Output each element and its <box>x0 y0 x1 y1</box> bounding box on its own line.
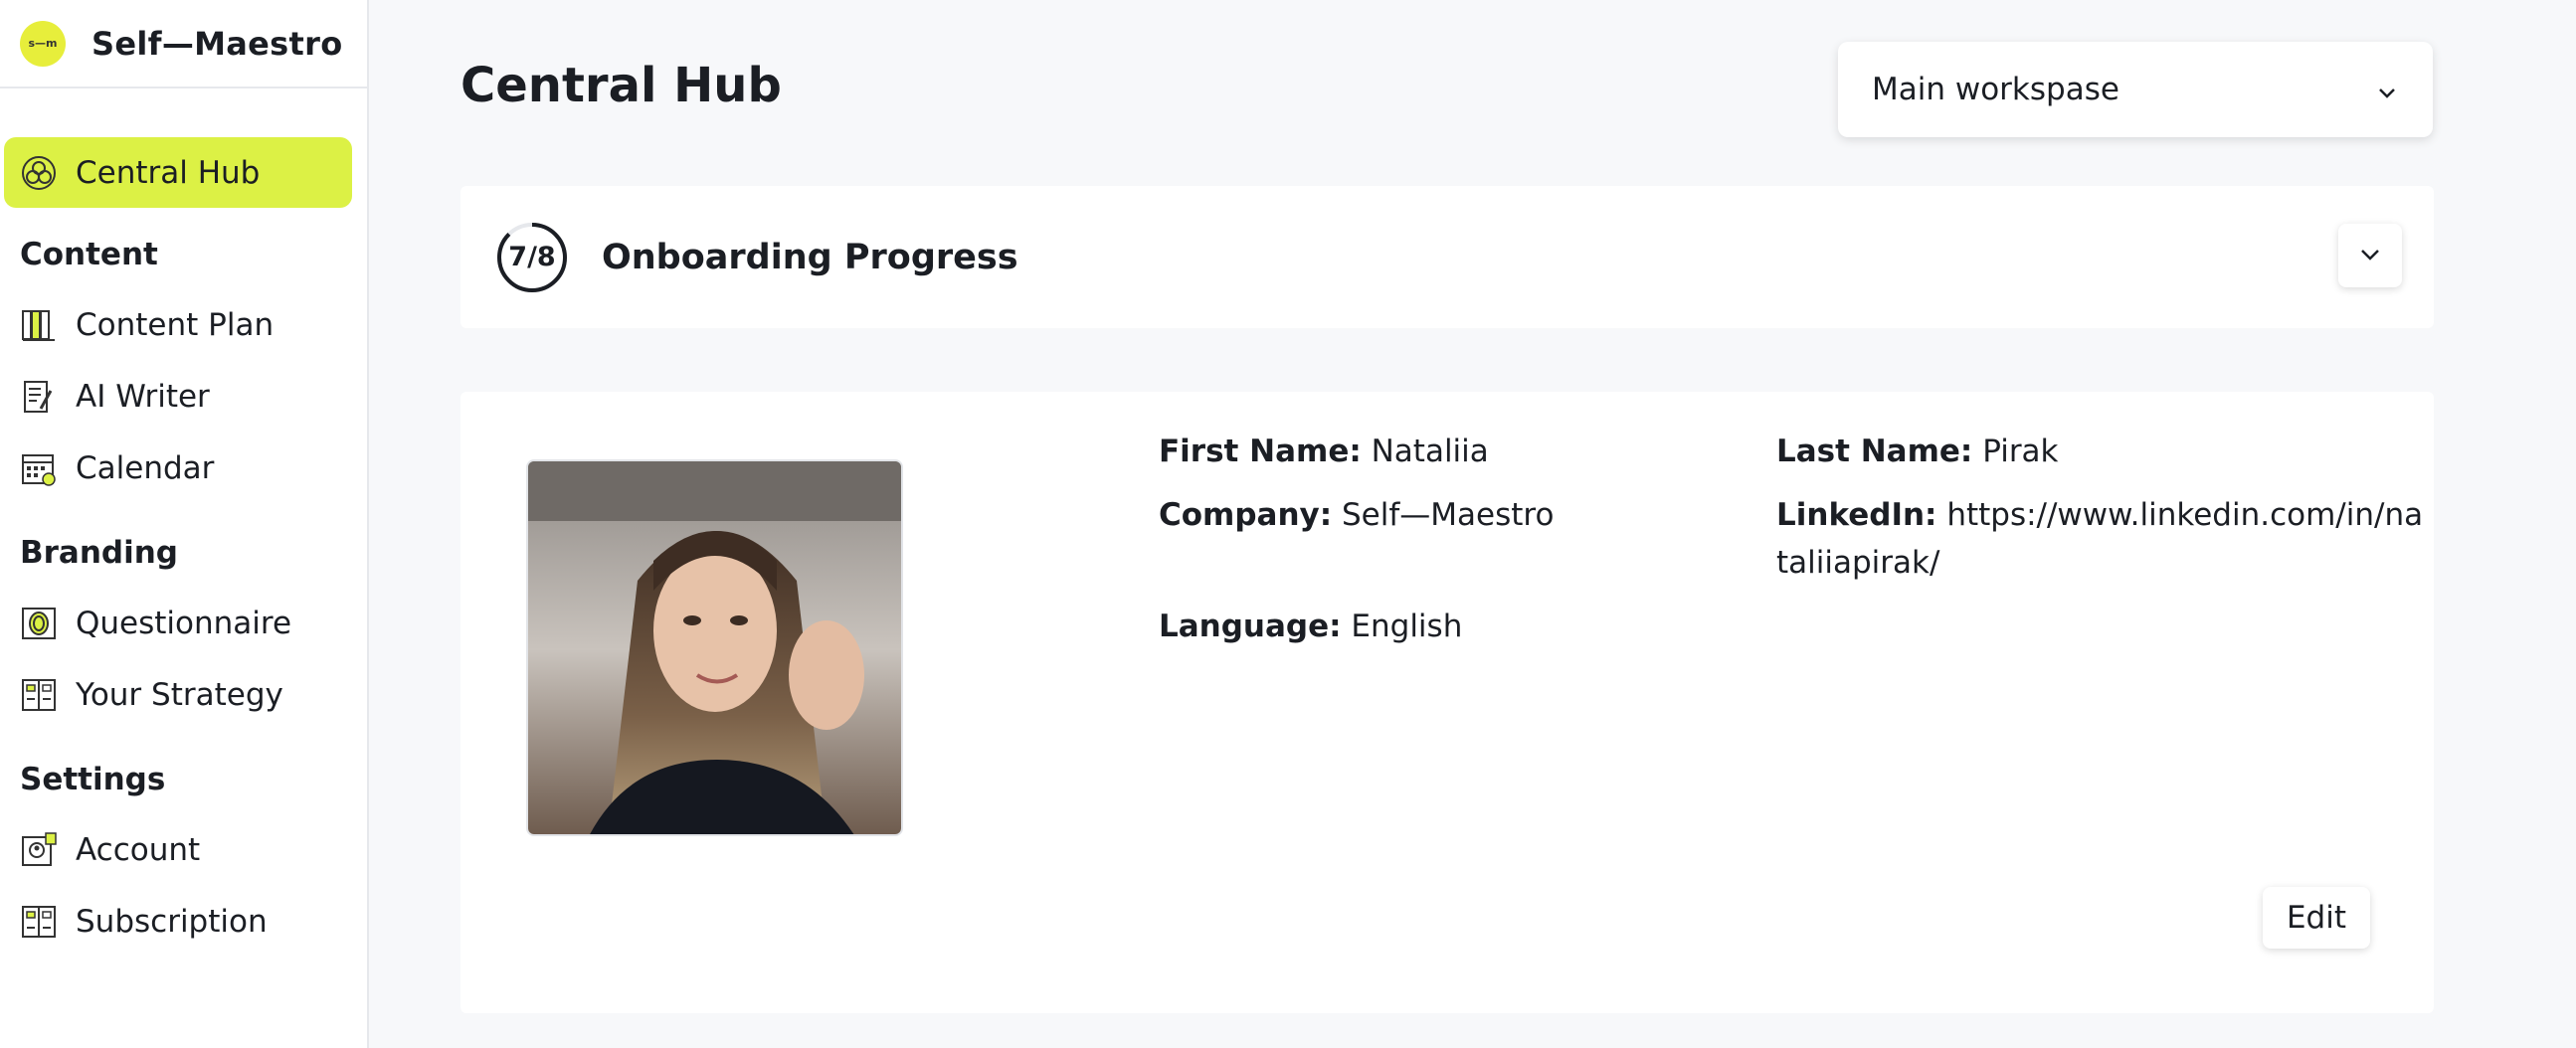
linkedin-value[interactable]: https://www.linkedin.com/in/na <box>1946 497 2423 533</box>
sidebar-item-label: AI Writer <box>76 379 210 415</box>
books-icon <box>20 306 58 344</box>
onboarding-card: 7/8 Onboarding Progress <box>460 186 2434 328</box>
sidebar-nav: Central Hub Content Content Plan AI Writ… <box>0 88 367 952</box>
section-heading-branding: Branding <box>20 535 178 571</box>
hub-icon <box>20 154 58 192</box>
sidebar-item-subscription[interactable]: Subscription <box>0 892 367 952</box>
sidebar-item-label: Calendar <box>76 450 215 486</box>
company-value: Self—Maestro <box>1342 497 1555 533</box>
linkedin-value-cont[interactable]: taliiapirak/ <box>1776 545 1939 581</box>
sidebar-item-label: Account <box>76 832 201 868</box>
last-name-label: Last Name: <box>1776 434 1973 469</box>
fingerprint-icon <box>20 605 58 642</box>
last-name-value: Pirak <box>1982 434 2059 469</box>
subscription-icon <box>20 903 58 941</box>
sidebar-item-content-plan[interactable]: Content Plan <box>0 295 367 355</box>
sidebar-item-label: Subscription <box>76 904 268 940</box>
language-field: Language: English <box>1159 603 1462 650</box>
account-icon <box>20 831 58 869</box>
progress-ring: 7/8 <box>496 222 568 293</box>
avatar <box>526 459 903 836</box>
first-name-label: First Name: <box>1159 434 1362 469</box>
company-field: Company: Self—Maestro <box>1159 491 1554 539</box>
calendar-icon <box>20 449 58 487</box>
document-pen-icon <box>20 378 58 416</box>
strategy-board-icon <box>20 676 58 714</box>
workspace-select-value: Main workspase <box>1872 72 2119 107</box>
linkedin-label: LinkedIn: <box>1776 497 1937 533</box>
onboarding-toggle-button[interactable] <box>2338 224 2402 287</box>
last-name-field: Last Name: Pirak <box>1776 428 2059 475</box>
brand-logo: s—m <box>20 20 66 67</box>
edit-button[interactable]: Edit <box>2263 887 2370 949</box>
linkedin-field: LinkedIn: https://www.linkedin.com/in/na… <box>1776 491 2423 587</box>
workspace-select[interactable]: Main workspase <box>1838 42 2433 137</box>
progress-label: 7/8 <box>508 242 556 272</box>
company-label: Company: <box>1159 497 1333 533</box>
sidebar-item-ai-writer[interactable]: AI Writer <box>0 367 367 427</box>
sidebar-item-account[interactable]: Account <box>0 820 367 880</box>
chevron-down-icon <box>2377 72 2397 107</box>
language-label: Language: <box>1159 609 1342 644</box>
brand-name: Self—Maestro <box>92 24 343 63</box>
profile-card: First Name: Nataliia Last Name: Pirak Co… <box>460 392 2434 1013</box>
sidebar-item-your-strategy[interactable]: Your Strategy <box>0 665 367 725</box>
sidebar-item-label: Content Plan <box>76 307 275 343</box>
section-heading-content: Content <box>20 237 158 272</box>
onboarding-title: Onboarding Progress <box>602 237 1018 277</box>
sidebar-item-calendar[interactable]: Calendar <box>0 438 367 498</box>
sidebar-item-label: Your Strategy <box>76 677 283 713</box>
section-heading-settings: Settings <box>20 762 166 797</box>
chevron-down-icon <box>2359 247 2381 265</box>
sidebar-item-central-hub[interactable]: Central Hub <box>4 137 352 208</box>
sidebar-item-questionnaire[interactable]: Questionnaire <box>0 594 367 653</box>
language-value: English <box>1351 609 1463 644</box>
first-name-field: First Name: Nataliia <box>1159 428 1489 475</box>
sidebar: s—m Self—Maestro Central Hub Content Con… <box>0 0 369 1048</box>
brand-logo-text: s—m <box>28 37 58 50</box>
sidebar-item-label: Questionnaire <box>76 606 292 641</box>
page-title: Central Hub <box>460 58 782 113</box>
sidebar-item-label: Central Hub <box>76 154 261 191</box>
first-name-value: Nataliia <box>1371 434 1489 469</box>
brand[interactable]: s—m Self—Maestro <box>0 0 367 88</box>
